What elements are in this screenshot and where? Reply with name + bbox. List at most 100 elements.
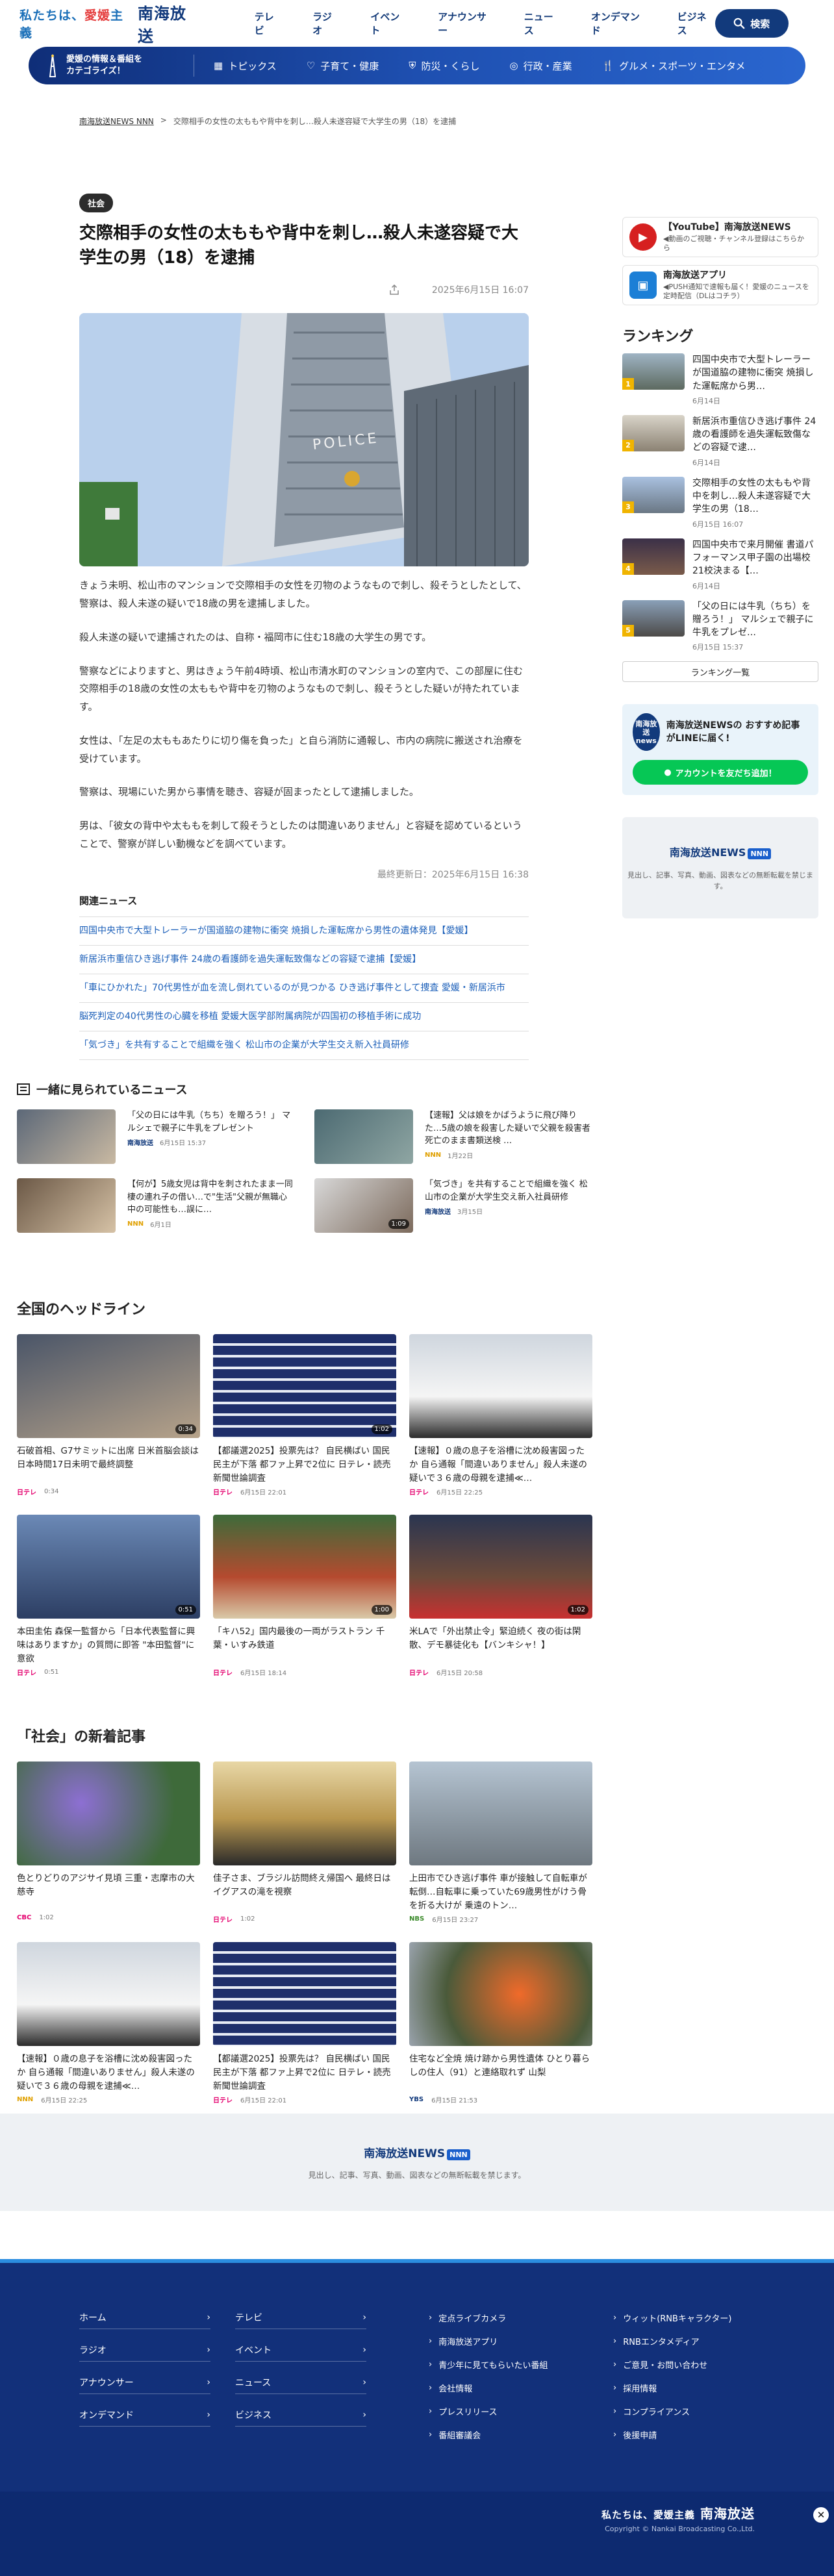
chevron-right-icon: › xyxy=(207,2344,210,2355)
footer-tagline: 私たちは、愛媛主義 xyxy=(601,2509,696,2521)
footer-link[interactable]: テレビ › xyxy=(235,2306,366,2329)
footer-sub-link[interactable]: › プレスリリース xyxy=(429,2403,613,2419)
nav-announcer[interactable]: アナウンサー xyxy=(438,10,494,37)
social-card[interactable]: 色とりどりのアジサイ見頃 三重・志摩市の大慈寺 CBC 1:02 xyxy=(17,1762,200,1924)
chevron-right-icon: › xyxy=(613,2406,617,2416)
footer-link[interactable]: アナウンサー › xyxy=(79,2371,210,2394)
headline-card[interactable]: 1:02 米LAで「外出禁止令」緊迫続く 夜の街は閑散、デモ暴徒化も【バンキシャ… xyxy=(409,1515,592,1677)
category-disaster-life[interactable]: ⛨ 防災・くらし xyxy=(409,59,479,73)
share-icon[interactable] xyxy=(389,284,399,296)
category-badge: 社会 xyxy=(79,194,114,212)
ranking-item[interactable]: 2 新居浜市重信ひき逃げ事件 24歳の看護師を過失運転致傷などの容疑で逮… 6月1… xyxy=(622,414,818,468)
related-viewed-item[interactable]: 「父の日には牛乳（ちち）を贈ろう！」 マルシェで親子に牛乳をプレゼント 南海放送 6… xyxy=(17,1109,295,1164)
related-news-link[interactable]: 新居浜市重信ひき逃げ事件 24歳の看護師を過失運転致傷などの容疑で逮捕【愛媛】 xyxy=(79,946,529,974)
news-app-icon: 南海放送 news xyxy=(633,713,660,751)
headline-card[interactable]: 1:02 【都議選2025】投票先は？ 自民横ばい 国民民主が下落 都ファ上昇で… xyxy=(213,1334,396,1496)
main-nav: テレビ ラジオ イベント アナウンサー ニュース オンデマンド ビジネス xyxy=(255,10,715,37)
category-bar-intro: 愛媛の情報＆番組を カテゴライズ！ xyxy=(44,53,194,78)
related-viewed-item[interactable]: 1:09 「気づき」を共有することで組織を強く 松山市の企業が大学生交え新入社員… xyxy=(314,1178,592,1233)
close-icon[interactable]: ✕ xyxy=(813,2507,829,2523)
ranking-number: 2 xyxy=(622,439,634,451)
social-card[interactable]: 【速報】０歳の息子を浴槽に沈め殺害図ったか 自ら通報「間違いありません」殺人未遂… xyxy=(17,1942,200,2104)
article-paragraph: 警察などによりますと、男はきょう午前4時頃、松山市清水町のマンションの室内で、こ… xyxy=(79,664,524,713)
line-add-friend-button[interactable]: ● アカウントを友だち追加！ xyxy=(633,760,808,785)
ranking-more-button[interactable]: ランキング一覧 xyxy=(622,661,818,683)
footer-sub-link[interactable]: › ウィット(RNBキャラクター) xyxy=(613,2310,769,2325)
footer-sub-link[interactable]: › 会社情報 xyxy=(429,2380,613,2395)
related-viewed-item[interactable]: 【速報】父は娘をかばうように飛び降りた…5歳の娘を殺害した疑いで父親を殺害者死亡… xyxy=(314,1109,592,1164)
ranking-item[interactable]: 1 四国中央市で大型トレーラーが国道脇の建物に衝突 焼損した運転席から男… 6月1… xyxy=(622,353,818,406)
news-source: YBS xyxy=(409,2096,424,2103)
footer-nav-col-1: ホーム › ラジオ › アナウンサー › オンデマンド › xyxy=(79,2306,210,2427)
related-news-title: 関連ニュース xyxy=(79,894,529,917)
social-thumbnail xyxy=(213,1942,396,2046)
site-header: 私たちは、愛媛主義 南海放送 テレビ ラジオ イベント アナウンサー ニュース … xyxy=(0,0,834,47)
video-duration: 1:02 xyxy=(567,1605,588,1615)
news-source: 日テレ xyxy=(213,2097,233,2104)
social-card[interactable]: 住宅など全焼 焼け跡から男性遺体 ひとり暮らしの住人（91）と連絡取れず 山梨 … xyxy=(409,1942,592,2104)
app-promo[interactable]: ▣ 南海放送アプリ ◀PUSH通知で速報も届く！愛媛のニュースを定時配信（DLはコ… xyxy=(622,265,818,305)
footer-sub-link[interactable]: › 後援申請 xyxy=(613,2427,769,2442)
news-thumbnail xyxy=(17,1178,116,1233)
site-logo[interactable]: 私たちは、愛媛主義 南海放送 xyxy=(19,1,201,46)
footer-sub-link[interactable]: › 定点ライブカメラ xyxy=(429,2310,613,2325)
social-thumbnail xyxy=(409,1942,592,2046)
related-news-link[interactable]: 四国中央市で大型トレーラーが国道脇の建物に衝突 焼損した運転席から男性の遺体発見… xyxy=(79,917,529,946)
category-government-industry[interactable]: ◎ 行政・産業 xyxy=(510,59,572,73)
breadcrumb: 南海放送NEWS NNN > 交際相手の女性の太ももや背中を刺し…殺人未遂容疑で… xyxy=(79,116,456,127)
social-card[interactable]: 佳子さま、ブラジル訪問終え帰国へ 最終日はイグアスの滝を視察 日テレ 1:02 xyxy=(213,1762,396,1924)
headline-card[interactable]: 0:51 本田圭佑 森保一監督から「日本代表監督に興味はありますか」の質問に即答… xyxy=(17,1515,200,1677)
footer-sub-link[interactable]: › 南海放送アプリ xyxy=(429,2333,613,2349)
national-headlines-title: 全国のヘッドライン xyxy=(17,1302,146,1318)
chevron-right-icon: › xyxy=(613,2336,617,2346)
footer-sub-link[interactable]: › 番組審議会 xyxy=(429,2427,613,2442)
article-paragraph: 女性は、「左足の太ももあたりに切り傷を負った」と自ら消防に通報し、市内の病院に搬… xyxy=(79,734,523,764)
breadcrumb-home[interactable]: 南海放送NEWS NNN xyxy=(79,116,154,127)
youtube-promo[interactable]: ▶ 【YouTube】南海放送NEWS ◀動画のご視聴・チャンネル登録はこちらから xyxy=(622,217,818,257)
ranking-item[interactable]: 4 四国中央市で来月開催 書道パフォーマンス甲子園の出場校21校決まる【… 6月1… xyxy=(622,538,818,591)
ranking-item[interactable]: 5 「父の日には牛乳（ちち）を贈ろう！」 マルシェで親子に牛乳をプレゼ… 6月15… xyxy=(622,600,818,653)
related-viewed-item[interactable]: 【何が】5歳女児は背中を刺されたまま一同棲の連れ子の借い…で"生活"父親が無職心… xyxy=(17,1178,295,1233)
chevron-right-icon: › xyxy=(207,2377,210,2388)
footer-link[interactable]: ラジオ › xyxy=(79,2338,210,2362)
video-duration: 1:02 xyxy=(371,1424,392,1434)
article-title: 交際相手の女性の太ももや背中を刺し…殺人未遂容疑で大学生の男（18）を逮捕 xyxy=(79,223,519,268)
social-card[interactable]: 【都議選2025】投票先は？ 自民横ばい 国民民主が下落 都ファ上昇で2位に 日… xyxy=(213,1942,396,2104)
footer-link[interactable]: ニュース › xyxy=(235,2371,366,2394)
nav-tv[interactable]: テレビ xyxy=(255,10,283,37)
category-topics[interactable]: ▦ トピックス xyxy=(214,59,277,73)
nav-ondemand[interactable]: オンデマンド xyxy=(591,10,648,37)
search-button[interactable]: 検索 xyxy=(714,9,789,38)
article: 社会 交際相手の女性の太ももや背中を刺し…殺人未遂容疑で大学生の男（18）を逮捕… xyxy=(79,194,529,1061)
nav-business[interactable]: ビジネス xyxy=(677,10,715,37)
footer-link[interactable]: ビジネス › xyxy=(235,2403,366,2427)
headline-card[interactable]: 【速報】０歳の息子を浴槽に沈め殺害図ったか 自ら通報「間違いありません」殺人未遂… xyxy=(409,1334,592,1496)
ranking-number: 4 xyxy=(622,562,634,575)
nav-radio[interactable]: ラジオ xyxy=(312,10,340,37)
related-news-link[interactable]: 「車にひかれた」70代男性が血を流し倒れているのが見つかる ひき逃げ事件として捜… xyxy=(79,974,529,1003)
related-news-link[interactable]: 脳死判定の40代男性の心臓を移植 愛媛大医学部附属病院が四国初の移植手術に成功 xyxy=(79,1003,529,1031)
logo-tagline: 私たちは、愛媛主義 xyxy=(19,8,124,40)
category-parenting-health[interactable]: ♡ 子育て・健康 xyxy=(307,59,379,73)
category-gourmet-sports[interactable]: 🍴 グルメ・スポーツ・エンタメ xyxy=(602,59,746,73)
headline-thumbnail: 1:02 xyxy=(213,1334,396,1438)
footer-link[interactable]: オンデマンド › xyxy=(79,2403,210,2427)
footer-link[interactable]: イベント › xyxy=(235,2338,366,2362)
footer-sub-link[interactable]: › 青少年に見てもらいたい番組 xyxy=(429,2356,613,2372)
nav-event[interactable]: イベント xyxy=(370,10,408,37)
social-card[interactable]: 上田市でひき逃げ事件 車が接触して自転車が転倒…自転車に乗っていた69歳男性がけ… xyxy=(409,1762,592,1924)
footer-sub-link[interactable]: › コンプライアンス xyxy=(613,2403,769,2419)
footer-sub-link[interactable]: › ご意見・お問い合わせ xyxy=(613,2356,769,2372)
nav-news[interactable]: ニュース xyxy=(524,10,561,37)
footer-sub-link[interactable]: › 採用情報 xyxy=(613,2380,769,2395)
footer-sub-link[interactable]: › RNBエンタメディア xyxy=(613,2333,769,2349)
footer-link[interactable]: ホーム › xyxy=(79,2306,210,2329)
headline-card[interactable]: 1:00 「キハ52」国内最後の一両がラストラン 千葉・いすみ鉄道 日テレ 6月1… xyxy=(213,1515,396,1677)
related-news-link[interactable]: 「気づき」を共有することで組織を強く 松山市の企業が大学生交え新入社員研修 xyxy=(79,1031,529,1061)
headline-card[interactable]: 0:34 石破首相、G7サミットに出席 日米首脳会談は日本時間17日未明で最終調… xyxy=(17,1334,200,1496)
newspaper-icon xyxy=(17,1083,30,1095)
article-meta: 2025年6月15日 16:07 xyxy=(79,283,529,296)
ranking-item[interactable]: 3 交際相手の女性の太ももや背中を刺し…殺人未遂容疑で大学生の男（18… 6月15… xyxy=(622,476,818,529)
news-source: 日テレ xyxy=(213,1489,233,1496)
ranking-thumbnail: 2 xyxy=(622,414,685,451)
